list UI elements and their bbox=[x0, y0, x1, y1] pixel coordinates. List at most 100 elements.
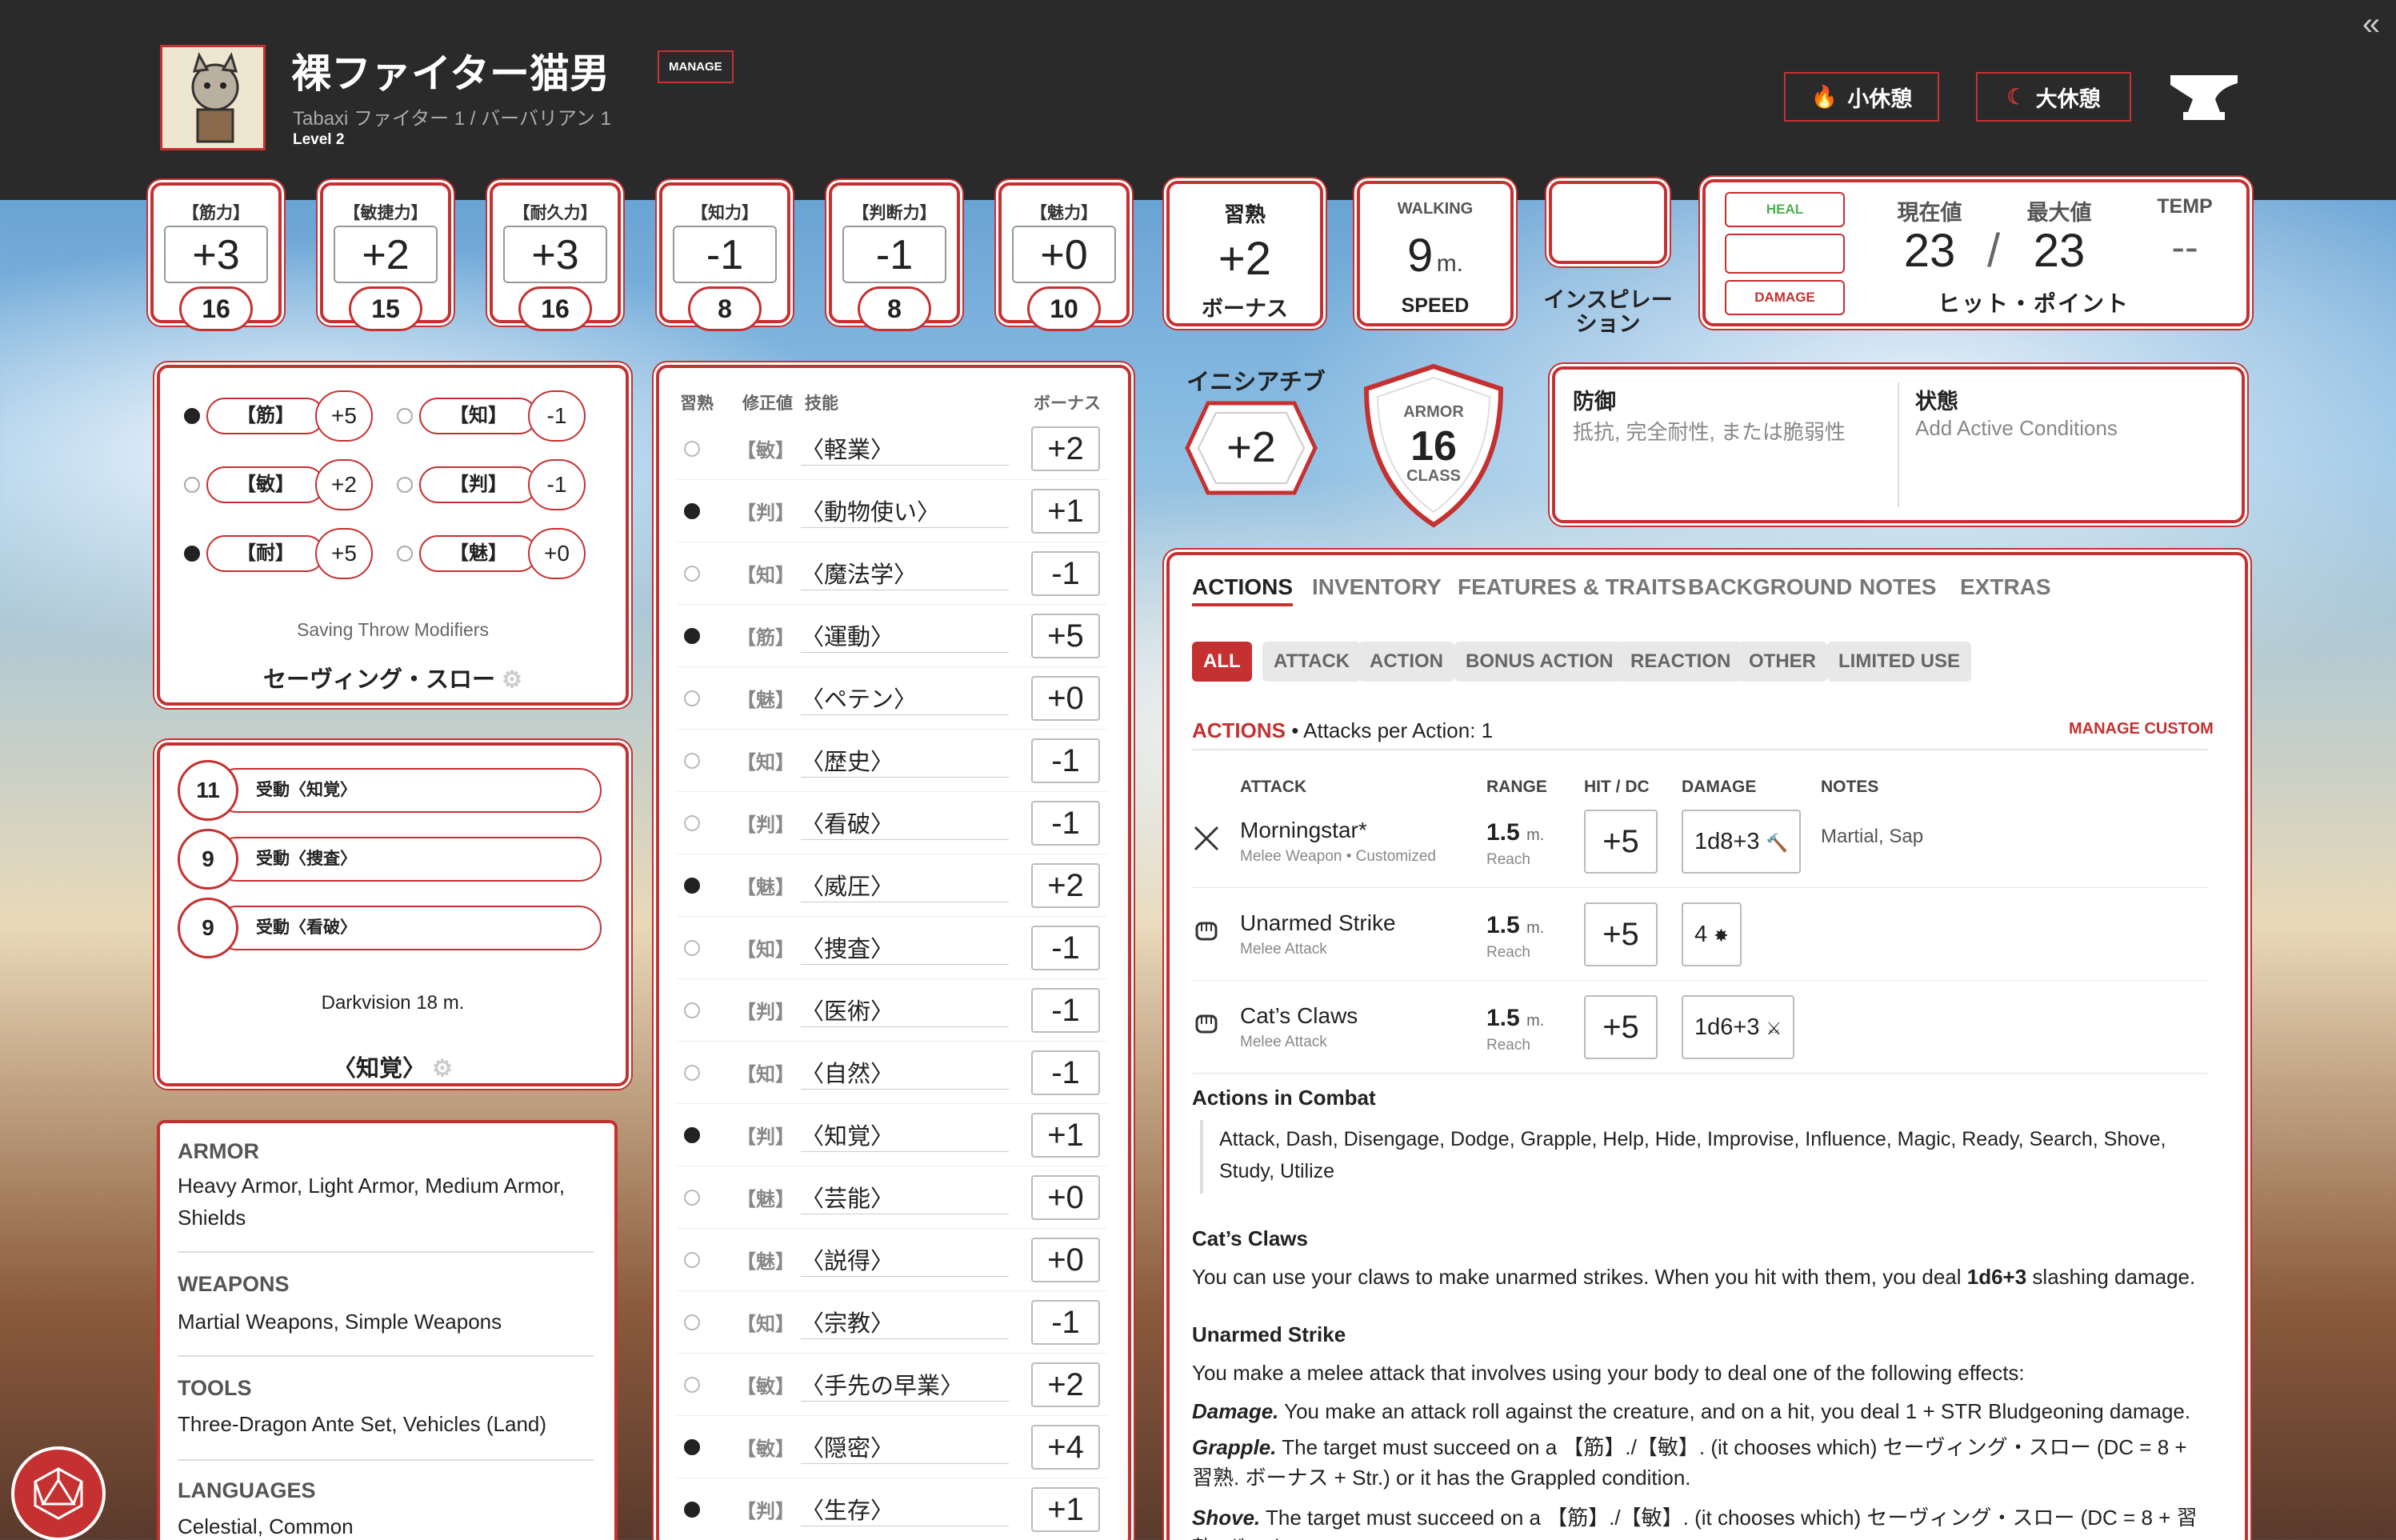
skill-row[interactable]: 【判】 〈生存〉 +1 bbox=[676, 1478, 1108, 1540]
skill-row[interactable]: 【魅】 〈威圧〉 +2 bbox=[676, 854, 1108, 917]
filter-bonus-action[interactable]: BONUS ACTION bbox=[1454, 642, 1625, 682]
skill-row[interactable]: 【判】 〈知覚〉 +1 bbox=[676, 1104, 1108, 1166]
skill-row[interactable]: 【知】 〈宗教〉 -1 bbox=[676, 1291, 1108, 1354]
manage-custom-link[interactable]: MANAGE CUSTOM bbox=[2069, 720, 2214, 738]
unarmed-grapple-text: Grapple. The target must succeed on a 【筋… bbox=[1192, 1435, 2187, 1490]
unarmed-damage-text: Damage. You make an attack roll against … bbox=[1192, 1399, 2191, 1423]
initiative-value: +2 bbox=[1226, 423, 1276, 471]
attack-damage-button[interactable]: 4 ✸ bbox=[1682, 902, 1742, 966]
defenses-conditions-panel: 防御 抵抗, 完全耐性, または脆弱性 状態 Add Active Condit… bbox=[1552, 366, 2245, 523]
save-wisdom[interactable]: 【判】 -1 bbox=[397, 459, 586, 510]
skill-row[interactable]: 【知】 〈歴史〉 -1 bbox=[676, 730, 1108, 792]
armor-class[interactable]: ARMOR 16 CLASS bbox=[1360, 362, 1507, 530]
gear-icon[interactable]: ⚙ bbox=[432, 1056, 453, 1082]
proficiency-dot bbox=[184, 546, 200, 562]
defenses-manage[interactable]: 抵抗, 完全耐性, または脆弱性 bbox=[1573, 416, 1846, 446]
heal-button[interactable]: HEAL bbox=[1725, 192, 1845, 227]
top-bar: 裸ファイター猫男 MANAGE Tabaxi ファイター 1 / バーバリアン … bbox=[0, 0, 2396, 200]
ability-dexterity[interactable]: 【敏捷力】 +2 15 bbox=[320, 182, 451, 331]
d20-icon bbox=[34, 1467, 83, 1520]
skill-row[interactable]: 【知】 〈捜査〉 -1 bbox=[676, 917, 1108, 979]
passive-perception[interactable]: 11 受動〈知覚〉 bbox=[178, 760, 602, 821]
filter-limited-use[interactable]: LIMITED USE bbox=[1827, 642, 1972, 682]
manage-button[interactable]: MANAGE bbox=[658, 50, 734, 83]
skill-row[interactable]: 【知】 〈魔法学〉 -1 bbox=[676, 542, 1108, 605]
save-charisma[interactable]: 【魅】 +0 bbox=[397, 528, 586, 579]
character-portrait[interactable] bbox=[160, 45, 266, 150]
ability-constitution[interactable]: 【耐久力】 +3 16 bbox=[490, 182, 621, 331]
ability-modifier: +3 bbox=[503, 226, 607, 283]
skill-row[interactable]: 【判】 〈動物使い〉 +1 bbox=[676, 480, 1108, 542]
add-conditions-link[interactable]: Add Active Conditions bbox=[1915, 416, 2118, 441]
ability-modifier: +0 bbox=[1012, 226, 1116, 283]
attack-row-morningstar[interactable]: Morningstar* Melee Weapon • Customized 1… bbox=[1192, 797, 2208, 888]
proficiency-dot bbox=[397, 546, 413, 562]
skill-row[interactable]: 【知】 〈自然〉 -1 bbox=[676, 1042, 1108, 1104]
ability-score: 16 bbox=[179, 286, 253, 331]
tab-notes[interactable]: NOTES bbox=[1859, 574, 1936, 600]
saving-throw-modifiers[interactable]: Saving Throw Modifiers bbox=[160, 619, 626, 641]
save-dexterity[interactable]: 【敏】 +2 bbox=[184, 459, 373, 510]
attack-hit-button[interactable]: +5 bbox=[1584, 810, 1658, 874]
inspiration-toggle[interactable] bbox=[1549, 181, 1667, 264]
attack-damage-button[interactable]: 1d6+3 ⚔ bbox=[1682, 995, 1795, 1059]
damage-button[interactable]: DAMAGE bbox=[1725, 280, 1845, 315]
initiative-box[interactable]: +2 bbox=[1184, 400, 1318, 496]
ability-wisdom[interactable]: 【判断力】 -1 8 bbox=[829, 182, 960, 331]
hp-max: 23 bbox=[2033, 225, 2086, 277]
skill-row[interactable]: 【判】 〈看破〉 -1 bbox=[676, 792, 1108, 854]
attack-hit-button[interactable]: +5 bbox=[1584, 995, 1658, 1059]
ability-intelligence[interactable]: 【知力】 -1 8 bbox=[659, 182, 790, 331]
unarmed-strike-intro: You make a melee attack that involves us… bbox=[1192, 1361, 2025, 1385]
filter-attack[interactable]: ATTACK bbox=[1262, 642, 1362, 682]
skill-row[interactable]: 【魅】 〈ペテン〉 +0 bbox=[676, 667, 1108, 730]
tab-extras[interactable]: EXTRAS bbox=[1960, 574, 2051, 600]
walking-speed[interactable]: WALKING 9 m. SPEED bbox=[1357, 181, 1514, 326]
ability-score: 8 bbox=[858, 286, 931, 331]
filter-reaction[interactable]: REACTION bbox=[1619, 642, 1742, 682]
skill-row[interactable]: 【敏】 〈軽業〉 +2 bbox=[676, 418, 1108, 480]
ability-strength[interactable]: 【筋力】 +3 16 bbox=[150, 182, 282, 331]
skill-row[interactable]: 【筋】 〈運動〉 +5 bbox=[676, 605, 1108, 667]
skill-row[interactable]: 【魅】 〈芸能〉 +0 bbox=[676, 1166, 1108, 1229]
character-race-class: Tabaxi ファイター 1 / バーバリアン 1 bbox=[293, 108, 611, 130]
short-rest-button[interactable]: 🔥 小休憩 bbox=[1784, 72, 1939, 122]
cats-claws-title: Cat’s Claws bbox=[1192, 1226, 1308, 1250]
defenses-title: 防御 bbox=[1573, 390, 1616, 414]
hp-temp[interactable]: -- bbox=[2133, 224, 2237, 270]
attack-row-unarmed-strike[interactable]: Unarmed Strike Melee Attack 1.5 m. Reach… bbox=[1192, 890, 2208, 981]
skill-row[interactable]: 【判】 〈医術〉 -1 bbox=[676, 979, 1108, 1042]
gear-icon[interactable]: ⚙ bbox=[502, 667, 522, 693]
save-strength[interactable]: 【筋】 +5 bbox=[184, 390, 373, 442]
anvil-icon[interactable] bbox=[2164, 64, 2244, 128]
senses-text: Darkvision 18 m. bbox=[321, 992, 465, 1014]
long-rest-button[interactable]: ☾ 大休憩 bbox=[1976, 72, 2131, 122]
skill-row[interactable]: 【敏】 〈隠密〉 +4 bbox=[676, 1416, 1108, 1478]
attack-hit-button[interactable]: +5 bbox=[1584, 902, 1658, 966]
filter-action[interactable]: ACTION bbox=[1358, 642, 1454, 682]
filter-all[interactable]: ALL bbox=[1192, 642, 1252, 682]
passive-insight[interactable]: 9 受動〈看破〉 bbox=[178, 898, 602, 958]
collapse-sidebar-icon[interactable]: « bbox=[2354, 8, 2389, 40]
hp-current[interactable]: 23 bbox=[1874, 224, 1986, 278]
save-intelligence[interactable]: 【知】 -1 bbox=[397, 390, 586, 442]
fist-icon bbox=[1192, 1010, 1221, 1038]
attack-row-cats-claws[interactable]: Cat’s Claws Melee Attack 1.5 m. Reach +5… bbox=[1192, 982, 2208, 1074]
dice-roller-button[interactable] bbox=[14, 1450, 102, 1538]
tab-inventory[interactable]: INVENTORY bbox=[1312, 574, 1442, 600]
skill-row[interactable]: 【敏】 〈手先の早業〉 +2 bbox=[676, 1354, 1108, 1416]
tab-features-traits[interactable]: FEATURES & TRAITS bbox=[1458, 574, 1686, 600]
ability-modifier: +3 bbox=[164, 226, 268, 283]
tab-actions[interactable]: ACTIONS bbox=[1192, 574, 1293, 606]
tab-background[interactable]: BACKGROUND bbox=[1688, 574, 1852, 600]
armor-prof-head: ARMOR bbox=[178, 1139, 259, 1163]
proficiency-value: +2 bbox=[1218, 233, 1272, 285]
ability-charisma[interactable]: 【魅力】 +0 10 bbox=[998, 182, 1130, 331]
save-constitution[interactable]: 【耐】 +5 bbox=[184, 528, 373, 579]
skill-row[interactable]: 【魅】 〈説得〉 +0 bbox=[676, 1229, 1108, 1291]
passive-investigation[interactable]: 9 受動〈捜査〉 bbox=[178, 829, 602, 890]
filter-other[interactable]: OTHER bbox=[1738, 642, 1827, 682]
hp-amount-input[interactable] bbox=[1725, 234, 1845, 274]
attack-damage-button[interactable]: 1d8+3 🔨 bbox=[1682, 810, 1801, 874]
actions-section-title: ACTIONS • Attacks per Action: 1 bbox=[1192, 718, 1494, 742]
